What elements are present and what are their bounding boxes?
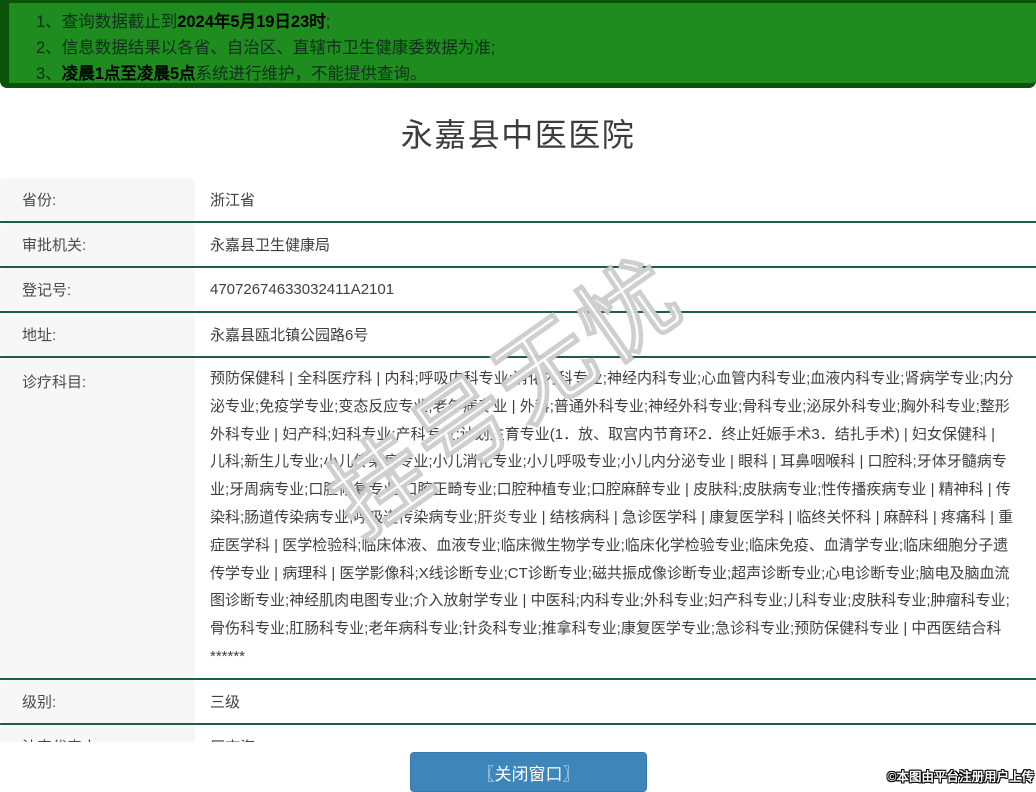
row-value-province: 浙江省 — [210, 192, 256, 209]
notice-text: 查询数据截止到 — [61, 13, 178, 31]
notice-text: 系统进行维护，不能提供查询。 — [195, 65, 427, 83]
table-row-level: 级别: 三级 — [0, 679, 1036, 725]
page-title: 永嘉县中医医院 — [400, 117, 636, 153]
row-value-address: 永嘉县瓯北镇公园路6号 — [210, 327, 369, 344]
title-area: 永嘉县中医医院 — [0, 88, 1036, 178]
notice-banner: 1、查询数据截止到2024年5月19日23时; 2、信息数据结果以各省、自治区、… — [0, 0, 1036, 88]
row-value-medical-subjects: 预防保健科 | 全科医疗科 | 内科;呼吸内科专业;消化内科专业;神经内科专业;… — [210, 370, 1014, 665]
row-value-approval-authority: 永嘉县卫生健康局 — [210, 237, 331, 254]
notice-line-2: 2、信息数据结果以各省、自治区、直辖市卫生健康委数据为准; — [36, 35, 1026, 61]
row-value-registration-number: 47072674633032411A2101 — [210, 281, 395, 298]
notice-number: 3、 — [36, 65, 62, 83]
notice-line-1: 1、查询数据截止到2024年5月19日23时; — [36, 9, 1026, 35]
table-row-approval-authority: 审批机关: 永嘉县卫生健康局 — [0, 223, 1036, 268]
table-row-legal-representative-clipped: 法定代表人: 厉志海 — [0, 724, 1036, 742]
notice-text-bold: 凌晨1点至凌晨5点 — [61, 65, 196, 83]
row-label-medical-subjects: 诊疗科目: — [0, 358, 195, 678]
table-row-medical-subjects: 诊疗科目: 预防保健科 | 全科医疗科 | 内科;呼吸内科专业;消化内科专业;神… — [0, 358, 1036, 680]
notice-number: 1、 — [36, 13, 62, 31]
table-row-legal-representative: 法定代表人: 厉志海 — [0, 724, 1036, 742]
table-row-province: 省份: 浙江省 — [0, 178, 1036, 223]
notice-line-3: 3、凌晨1点至凌晨5点系统进行维护，不能提供查询。 — [36, 61, 1026, 87]
table-row-address: 地址: 永嘉县瓯北镇公园路6号 — [0, 313, 1036, 358]
row-label-registration-number: 登记号: — [0, 268, 195, 311]
row-label-address: 地址: — [0, 313, 195, 356]
row-value-level: 三级 — [210, 693, 241, 711]
row-label-level: 级别: — [0, 679, 195, 723]
row-value-legal-representative: 厉志海 — [195, 725, 1036, 742]
notice-text-bold: 2024年5月19日23时 — [177, 13, 326, 31]
close-window-button[interactable]: 〖关闭窗口〗 — [410, 752, 647, 792]
notice-text: ; — [325, 13, 331, 31]
row-label-approval-authority: 审批机关: — [0, 223, 195, 266]
row-label-legal-representative: 法定代表人: — [0, 724, 195, 742]
row-label-province: 省份: — [0, 178, 195, 221]
table-row-registration-number: 登记号: 47072674633032411A2101 — [0, 268, 1036, 313]
hospital-info-table: 省份: 浙江省 审批机关: 永嘉县卫生健康局 登记号: 470726746330… — [0, 178, 1036, 742]
notice-text: 信息数据结果以各省、自治区、直辖市卫生健康委数据为准; — [61, 39, 496, 57]
upload-credit-text: ©本图由平台注册用户上传 — [887, 770, 1034, 784]
notice-number: 2、 — [36, 39, 62, 57]
